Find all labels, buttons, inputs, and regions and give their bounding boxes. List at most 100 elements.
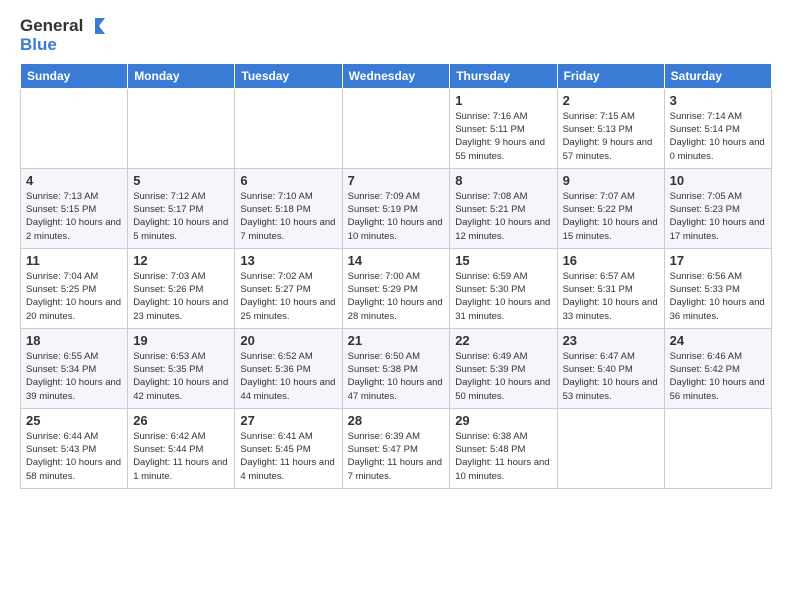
day-info: Sunrise: 6:41 AM Sunset: 5:45 PM Dayligh…	[240, 430, 336, 483]
day-number: 26	[133, 413, 229, 428]
day-info: Sunrise: 7:10 AM Sunset: 5:18 PM Dayligh…	[240, 190, 336, 243]
day-number: 9	[563, 173, 659, 188]
day-cell	[342, 88, 450, 168]
day-info: Sunrise: 6:57 AM Sunset: 5:31 PM Dayligh…	[563, 270, 659, 323]
col-header-friday: Friday	[557, 63, 664, 88]
day-info: Sunrise: 7:05 AM Sunset: 5:23 PM Dayligh…	[670, 190, 766, 243]
day-cell: 3Sunrise: 7:14 AM Sunset: 5:14 PM Daylig…	[664, 88, 771, 168]
day-info: Sunrise: 6:42 AM Sunset: 5:44 PM Dayligh…	[133, 430, 229, 483]
logo-blue: Blue	[20, 36, 105, 55]
day-info: Sunrise: 6:56 AM Sunset: 5:33 PM Dayligh…	[670, 270, 766, 323]
day-cell: 11Sunrise: 7:04 AM Sunset: 5:25 PM Dayli…	[21, 248, 128, 328]
day-number: 15	[455, 253, 551, 268]
day-info: Sunrise: 7:00 AM Sunset: 5:29 PM Dayligh…	[348, 270, 445, 323]
day-cell: 8 Sunrise: 7:08 AM Sunset: 5:21 PM Daylig…	[450, 168, 557, 248]
day-cell: 13 Sunrise: 7:02 AM Sunset: 5:27 PM Dayli…	[235, 248, 342, 328]
day-number: 12	[133, 253, 229, 268]
day-cell: 9 Sunrise: 7:07 AM Sunset: 5:22 PM Daylig…	[557, 168, 664, 248]
day-cell: 26 Sunrise: 6:42 AM Sunset: 5:44 PM Dayli…	[128, 408, 235, 488]
day-number: 7	[348, 173, 445, 188]
day-cell: 25Sunrise: 6:44 AM Sunset: 5:43 PM Dayli…	[21, 408, 128, 488]
day-info: Sunrise: 7:15 AM Sunset: 5:13 PM Dayligh…	[563, 110, 659, 163]
day-cell: 20 Sunrise: 6:52 AM Sunset: 5:36 PM Dayli…	[235, 328, 342, 408]
col-header-wednesday: Wednesday	[342, 63, 450, 88]
day-cell: 28 Sunrise: 6:39 AM Sunset: 5:47 PM Dayli…	[342, 408, 450, 488]
day-number: 4	[26, 173, 122, 188]
day-cell: 4 Sunrise: 7:13 AM Sunset: 5:15 PM Daylig…	[21, 168, 128, 248]
day-info: Sunrise: 7:08 AM Sunset: 5:21 PM Dayligh…	[455, 190, 551, 243]
day-info: Sunrise: 7:12 AM Sunset: 5:17 PM Dayligh…	[133, 190, 229, 243]
col-header-tuesday: Tuesday	[235, 63, 342, 88]
day-number: 29	[455, 413, 551, 428]
day-number: 6	[240, 173, 336, 188]
logo-flag-icon	[85, 16, 105, 36]
day-info: Sunrise: 7:16 AM Sunset: 5:11 PM Dayligh…	[455, 110, 551, 163]
day-info: Sunrise: 6:46 AM Sunset: 5:42 PM Dayligh…	[670, 350, 766, 403]
calendar-table: SundayMondayTuesdayWednesdayThursdayFrid…	[20, 63, 772, 489]
day-number: 19	[133, 333, 229, 348]
day-number: 20	[240, 333, 336, 348]
day-number: 11	[26, 253, 122, 268]
day-number: 17	[670, 253, 766, 268]
day-info: Sunrise: 6:44 AM Sunset: 5:43 PM Dayligh…	[26, 430, 122, 483]
col-header-monday: Monday	[128, 63, 235, 88]
day-info: Sunrise: 6:47 AM Sunset: 5:40 PM Dayligh…	[563, 350, 659, 403]
day-info: Sunrise: 7:03 AM Sunset: 5:26 PM Dayligh…	[133, 270, 229, 323]
day-info: Sunrise: 6:53 AM Sunset: 5:35 PM Dayligh…	[133, 350, 229, 403]
day-cell: 16 Sunrise: 6:57 AM Sunset: 5:31 PM Dayli…	[557, 248, 664, 328]
logo-container: General Blue	[20, 16, 105, 55]
day-info: Sunrise: 7:09 AM Sunset: 5:19 PM Dayligh…	[348, 190, 445, 243]
day-info: Sunrise: 6:59 AM Sunset: 5:30 PM Dayligh…	[455, 270, 551, 323]
day-info: Sunrise: 7:07 AM Sunset: 5:22 PM Dayligh…	[563, 190, 659, 243]
day-cell: 18 Sunrise: 6:55 AM Sunset: 5:34 PM Dayli…	[21, 328, 128, 408]
day-number: 21	[348, 333, 445, 348]
day-number: 1	[455, 93, 551, 108]
day-cell: 29 Sunrise: 6:38 AM Sunset: 5:48 PM Dayli…	[450, 408, 557, 488]
day-cell	[557, 408, 664, 488]
day-info: Sunrise: 7:14 AM Sunset: 5:14 PM Dayligh…	[670, 110, 766, 163]
day-cell: 21 Sunrise: 6:50 AM Sunset: 5:38 PM Dayli…	[342, 328, 450, 408]
day-cell: 19 Sunrise: 6:53 AM Sunset: 5:35 PM Dayli…	[128, 328, 235, 408]
day-info: Sunrise: 6:50 AM Sunset: 5:38 PM Dayligh…	[348, 350, 445, 403]
day-cell	[664, 408, 771, 488]
logo-general: General	[20, 17, 83, 36]
day-cell: 22Sunrise: 6:49 AM Sunset: 5:39 PM Dayli…	[450, 328, 557, 408]
week-row-5: 25Sunrise: 6:44 AM Sunset: 5:43 PM Dayli…	[21, 408, 772, 488]
col-header-thursday: Thursday	[450, 63, 557, 88]
day-cell: 14 Sunrise: 7:00 AM Sunset: 5:29 PM Dayli…	[342, 248, 450, 328]
day-cell	[21, 88, 128, 168]
day-number: 5	[133, 173, 229, 188]
day-number: 28	[348, 413, 445, 428]
day-cell: 2Sunrise: 7:15 AM Sunset: 5:13 PM Daylig…	[557, 88, 664, 168]
day-number: 13	[240, 253, 336, 268]
logo: General Blue	[20, 16, 105, 55]
day-info: Sunrise: 6:39 AM Sunset: 5:47 PM Dayligh…	[348, 430, 445, 483]
week-row-4: 18 Sunrise: 6:55 AM Sunset: 5:34 PM Dayli…	[21, 328, 772, 408]
day-cell: 5 Sunrise: 7:12 AM Sunset: 5:17 PM Daylig…	[128, 168, 235, 248]
day-info: Sunrise: 6:49 AM Sunset: 5:39 PM Dayligh…	[455, 350, 551, 403]
page-header: General Blue	[20, 16, 772, 55]
day-number: 14	[348, 253, 445, 268]
day-cell: 10Sunrise: 7:05 AM Sunset: 5:23 PM Dayli…	[664, 168, 771, 248]
day-number: 23	[563, 333, 659, 348]
day-cell	[235, 88, 342, 168]
day-cell: 6 Sunrise: 7:10 AM Sunset: 5:18 PM Daylig…	[235, 168, 342, 248]
day-number: 8	[455, 173, 551, 188]
day-info: Sunrise: 7:02 AM Sunset: 5:27 PM Dayligh…	[240, 270, 336, 323]
col-header-saturday: Saturday	[664, 63, 771, 88]
day-number: 18	[26, 333, 122, 348]
week-row-2: 4 Sunrise: 7:13 AM Sunset: 5:15 PM Daylig…	[21, 168, 772, 248]
col-header-sunday: Sunday	[21, 63, 128, 88]
week-row-1: 1 Sunrise: 7:16 AM Sunset: 5:11 PM Daylig…	[21, 88, 772, 168]
day-info: Sunrise: 7:13 AM Sunset: 5:15 PM Dayligh…	[26, 190, 122, 243]
day-info: Sunrise: 6:55 AM Sunset: 5:34 PM Dayligh…	[26, 350, 122, 403]
day-cell: 27 Sunrise: 6:41 AM Sunset: 5:45 PM Dayli…	[235, 408, 342, 488]
week-row-3: 11Sunrise: 7:04 AM Sunset: 5:25 PM Dayli…	[21, 248, 772, 328]
day-number: 27	[240, 413, 336, 428]
calendar-header-row: SundayMondayTuesdayWednesdayThursdayFrid…	[21, 63, 772, 88]
day-info: Sunrise: 6:52 AM Sunset: 5:36 PM Dayligh…	[240, 350, 336, 403]
day-number: 24	[670, 333, 766, 348]
day-number: 16	[563, 253, 659, 268]
day-info: Sunrise: 6:38 AM Sunset: 5:48 PM Dayligh…	[455, 430, 551, 483]
day-cell: 17 Sunrise: 6:56 AM Sunset: 5:33 PM Dayli…	[664, 248, 771, 328]
